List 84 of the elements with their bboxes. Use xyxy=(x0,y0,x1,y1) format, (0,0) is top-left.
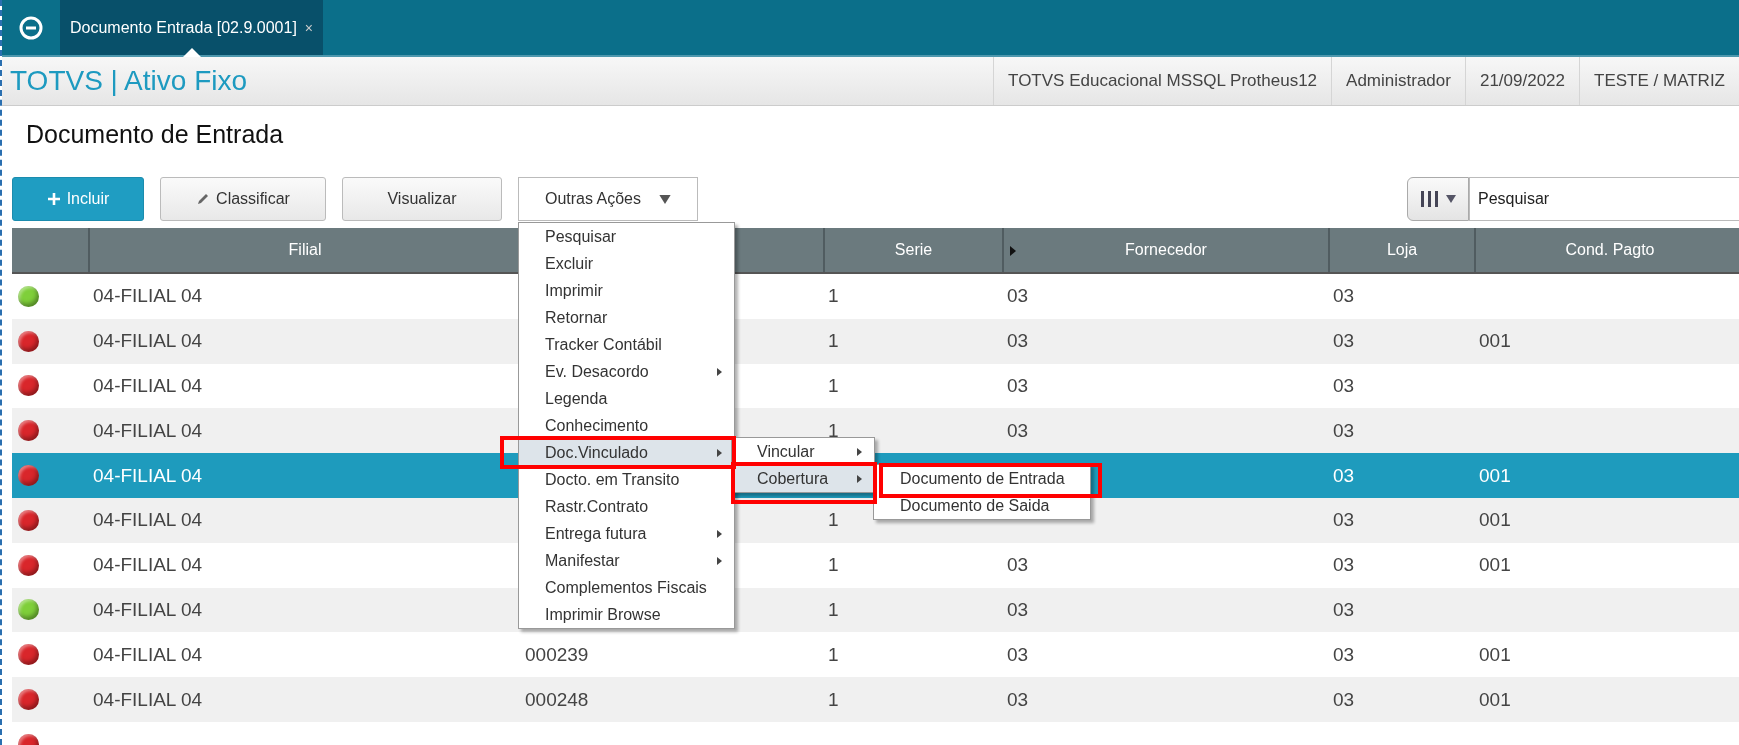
table-cell: 03 xyxy=(1333,688,1355,711)
table-cell: 04-FILIAL 04 xyxy=(93,688,203,711)
table-cell: 03 xyxy=(1007,554,1029,577)
table-cell: 03 xyxy=(1333,509,1355,532)
table-cell: 03 xyxy=(1007,285,1029,308)
table-cell: 1 xyxy=(828,643,839,666)
view-button[interactable]: Visualizar xyxy=(342,177,502,221)
menu-item[interactable]: Imprimir xyxy=(519,277,734,304)
table-cell: 04-FILIAL 04 xyxy=(93,375,203,397)
header-info: TESTE / MATRIZ xyxy=(1579,57,1739,105)
table-cell: 04-FILIAL 04 xyxy=(93,419,203,442)
close-icon[interactable]: × xyxy=(304,19,313,36)
table-cell: 1 xyxy=(828,598,839,621)
column-header: Loja xyxy=(1328,228,1474,272)
header-info: Administrador xyxy=(1331,57,1465,105)
caret-icon xyxy=(659,194,671,204)
menu-item[interactable]: Conhecimento xyxy=(519,412,734,439)
classify-button[interactable]: Classificar xyxy=(160,177,326,221)
menu-item[interactable]: Cobertura xyxy=(732,465,874,492)
menu-item[interactable]: Manifestar xyxy=(519,547,734,574)
submenu-arrow-icon xyxy=(717,367,722,376)
table-cell: 03 xyxy=(1333,285,1355,308)
column-header: Fornecedor xyxy=(1002,228,1328,272)
menu-item[interactable]: Pesquisar xyxy=(519,223,734,250)
pencil-icon xyxy=(196,192,211,206)
more-actions-button[interactable]: Outras Ações xyxy=(518,177,698,221)
table-cell: 1 xyxy=(828,688,839,711)
table-cell: 1 xyxy=(828,285,839,308)
table-cell: 001 xyxy=(1479,330,1511,353)
table-cell: 03 xyxy=(1007,419,1029,442)
table-cell: 001 xyxy=(1479,464,1511,487)
table-cell: 001 xyxy=(1479,554,1511,577)
table-cell: 1 xyxy=(828,330,839,353)
menu-item[interactable]: Docto. em Transito xyxy=(519,466,734,493)
table-cell: 000239 xyxy=(525,643,589,666)
table-cell: 03 xyxy=(1333,464,1355,487)
menu-item[interactable]: Excluir xyxy=(519,250,734,277)
table-cell: 04-FILIAL 04 xyxy=(93,598,203,621)
app-title: TOTVS | Ativo Fixo xyxy=(10,65,248,97)
table-cell: 1 xyxy=(828,509,839,532)
table-cell: 03 xyxy=(1333,375,1355,397)
submenu-arrow-icon xyxy=(717,448,722,457)
table-cell: 04-FILIAL 04 xyxy=(93,464,203,487)
table-cell: 1 xyxy=(828,375,839,397)
table-cell: 001 xyxy=(1479,688,1511,711)
menu-item[interactable]: Imprimir Browse xyxy=(519,601,734,628)
menu-item[interactable]: Tracker Contábil xyxy=(519,331,734,358)
table-cell: 04-FILIAL 04 xyxy=(93,554,203,577)
table-cell: 03 xyxy=(1333,330,1355,353)
column-header: Cond. Pagto xyxy=(1474,228,1739,272)
submenu-arrow-icon xyxy=(717,556,722,565)
header-info: TOTVS Educacional MSSQL Protheus12 xyxy=(993,57,1332,105)
caret-icon xyxy=(1446,195,1456,203)
plus-icon xyxy=(46,192,61,206)
search-field[interactable]: Pesquisar xyxy=(1469,177,1739,221)
column-header: Serie xyxy=(823,228,1002,272)
table-cell: 001 xyxy=(1479,643,1511,666)
table-cell: 000248 xyxy=(525,688,589,711)
sort-icon xyxy=(1010,246,1016,256)
table-cell: 001 xyxy=(1479,509,1511,532)
table-cell: 04-FILIAL 04 xyxy=(93,643,203,666)
submenu-arrow-icon xyxy=(857,447,862,456)
table-row[interactable]: 04-FILIAL 04 000248 1 03 03 001 xyxy=(12,677,1739,722)
page-title: Documento de Entrada xyxy=(25,119,285,150)
table-cell: 03 xyxy=(1007,688,1029,711)
logo-icon[interactable] xyxy=(19,15,43,40)
table-cell: 04-FILIAL 04 xyxy=(93,509,203,532)
columns-button[interactable] xyxy=(1407,177,1469,221)
table-cell: 03 xyxy=(1333,643,1355,666)
table-cell: 04-FILIAL 04 xyxy=(93,285,203,308)
table-cell: 03 xyxy=(1333,598,1355,621)
submenu-arrow-icon xyxy=(717,529,722,538)
header-info: 21/09/2022 xyxy=(1464,57,1580,105)
table-cell: 03 xyxy=(1333,554,1355,577)
columns-icon xyxy=(1420,191,1440,207)
table-cell: 03 xyxy=(1333,419,1355,442)
table-cell: 04-FILIAL 04 xyxy=(93,330,203,353)
table-cell: 03 xyxy=(1007,375,1029,397)
table-cell: 03 xyxy=(1007,330,1029,353)
submenu-arrow-icon xyxy=(857,474,862,483)
table-cell: 03 xyxy=(1007,643,1029,666)
table-cell: 1 xyxy=(828,554,839,577)
document-tab[interactable]: Documento Entrada [02.9.0001] × xyxy=(60,0,323,55)
table-cell: 03 xyxy=(1007,598,1029,621)
